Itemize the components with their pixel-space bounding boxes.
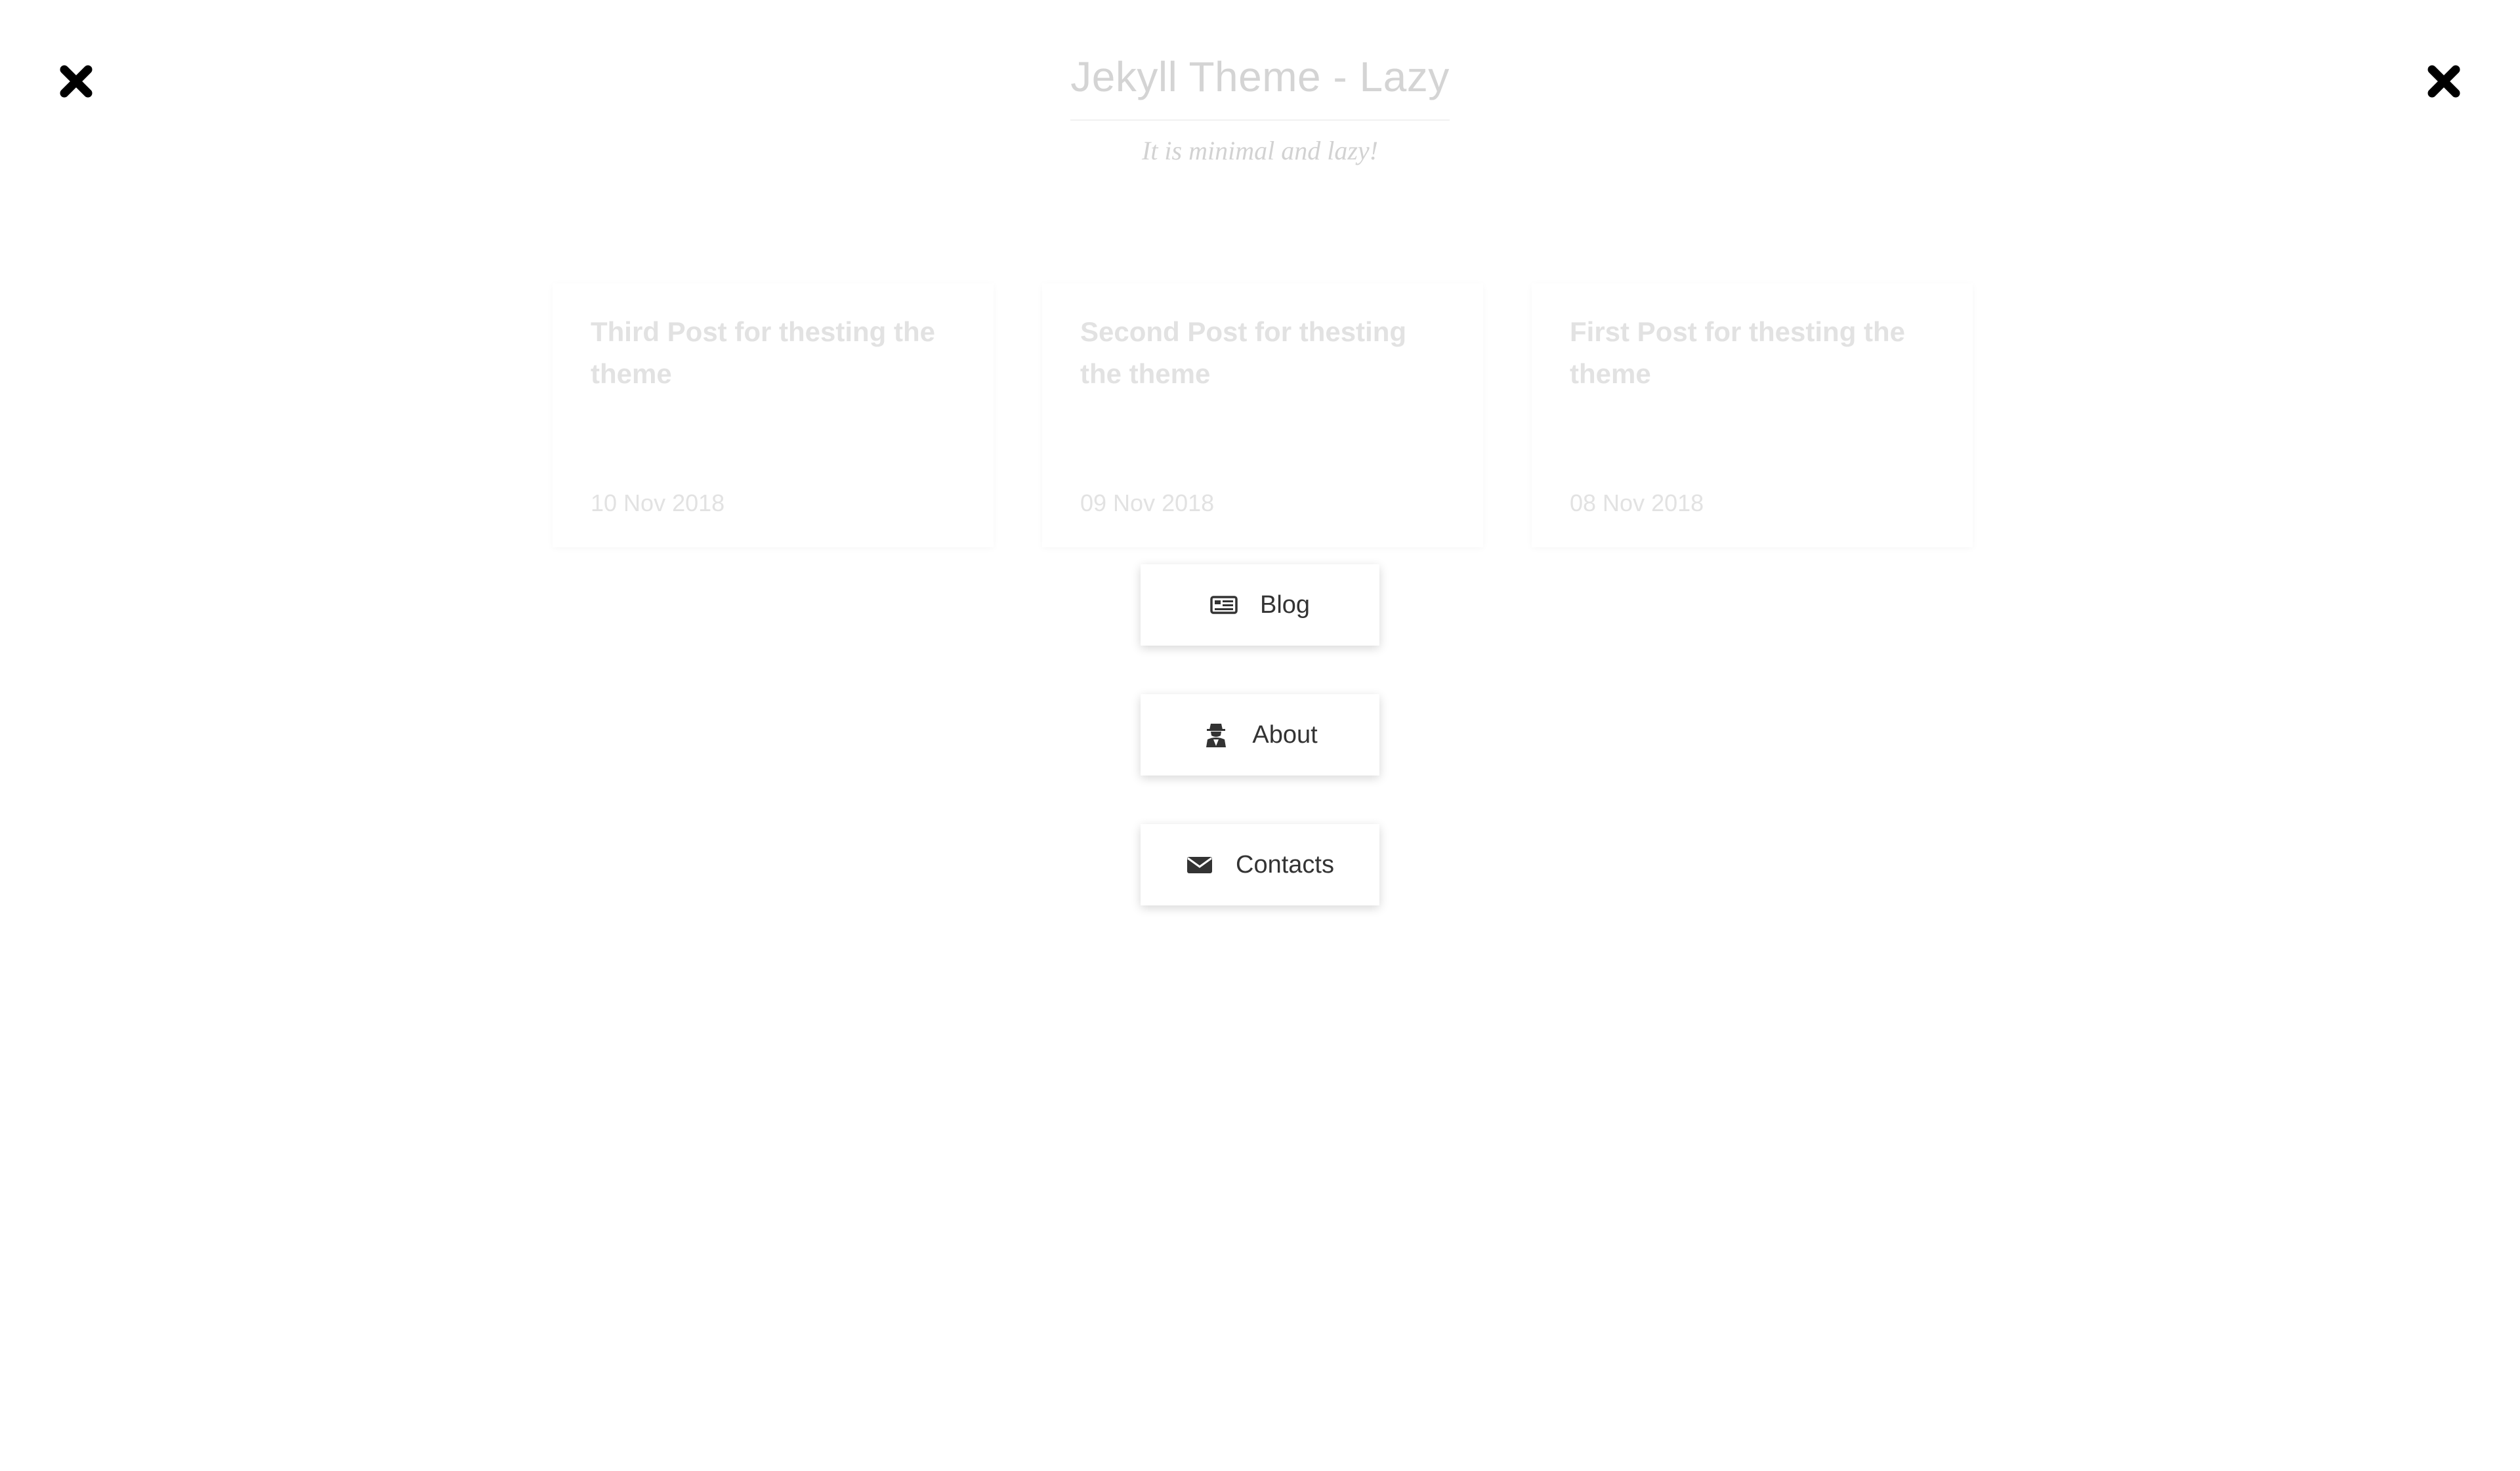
menu-item-blog[interactable]: Blog (1141, 564, 1379, 646)
site-title[interactable]: Jekyll Theme - Lazy (1070, 52, 1450, 121)
post-cards: Third Post for thesting the theme 10 Nov… (553, 283, 1973, 547)
post-card[interactable]: Second Post for thesting the theme 09 No… (1042, 283, 1483, 547)
post-card[interactable]: First Post for thesting the theme 08 Nov… (1532, 283, 1973, 547)
post-date: 08 Nov 2018 (1570, 489, 1704, 516)
newspaper-icon (1210, 596, 1238, 614)
site-tagline: It is minimal and lazy! (1142, 136, 1378, 165)
post-card[interactable]: Third Post for thesting the theme 10 Nov… (553, 283, 994, 547)
post-date: 09 Nov 2018 (1080, 489, 1215, 516)
overlay-menu: Blog About Contacts (1141, 564, 1379, 954)
menu-item-label: Blog (1259, 590, 1311, 619)
post-title[interactable]: First Post for thesting the theme (1570, 311, 1935, 395)
site-header: Jekyll Theme - Lazy It is minimal and la… (0, 52, 2520, 166)
envelope-icon (1187, 857, 1213, 873)
menu-item-label: About (1252, 720, 1318, 749)
menu-item-contacts[interactable]: Contacts (1141, 824, 1379, 905)
post-date: 10 Nov 2018 (591, 489, 725, 516)
post-title[interactable]: Second Post for thesting the theme (1080, 311, 1445, 395)
post-title[interactable]: Third Post for thesting the theme (591, 311, 956, 395)
menu-item-label: Contacts (1236, 850, 1334, 879)
user-secret-icon (1206, 724, 1227, 747)
menu-item-about[interactable]: About (1141, 694, 1379, 776)
